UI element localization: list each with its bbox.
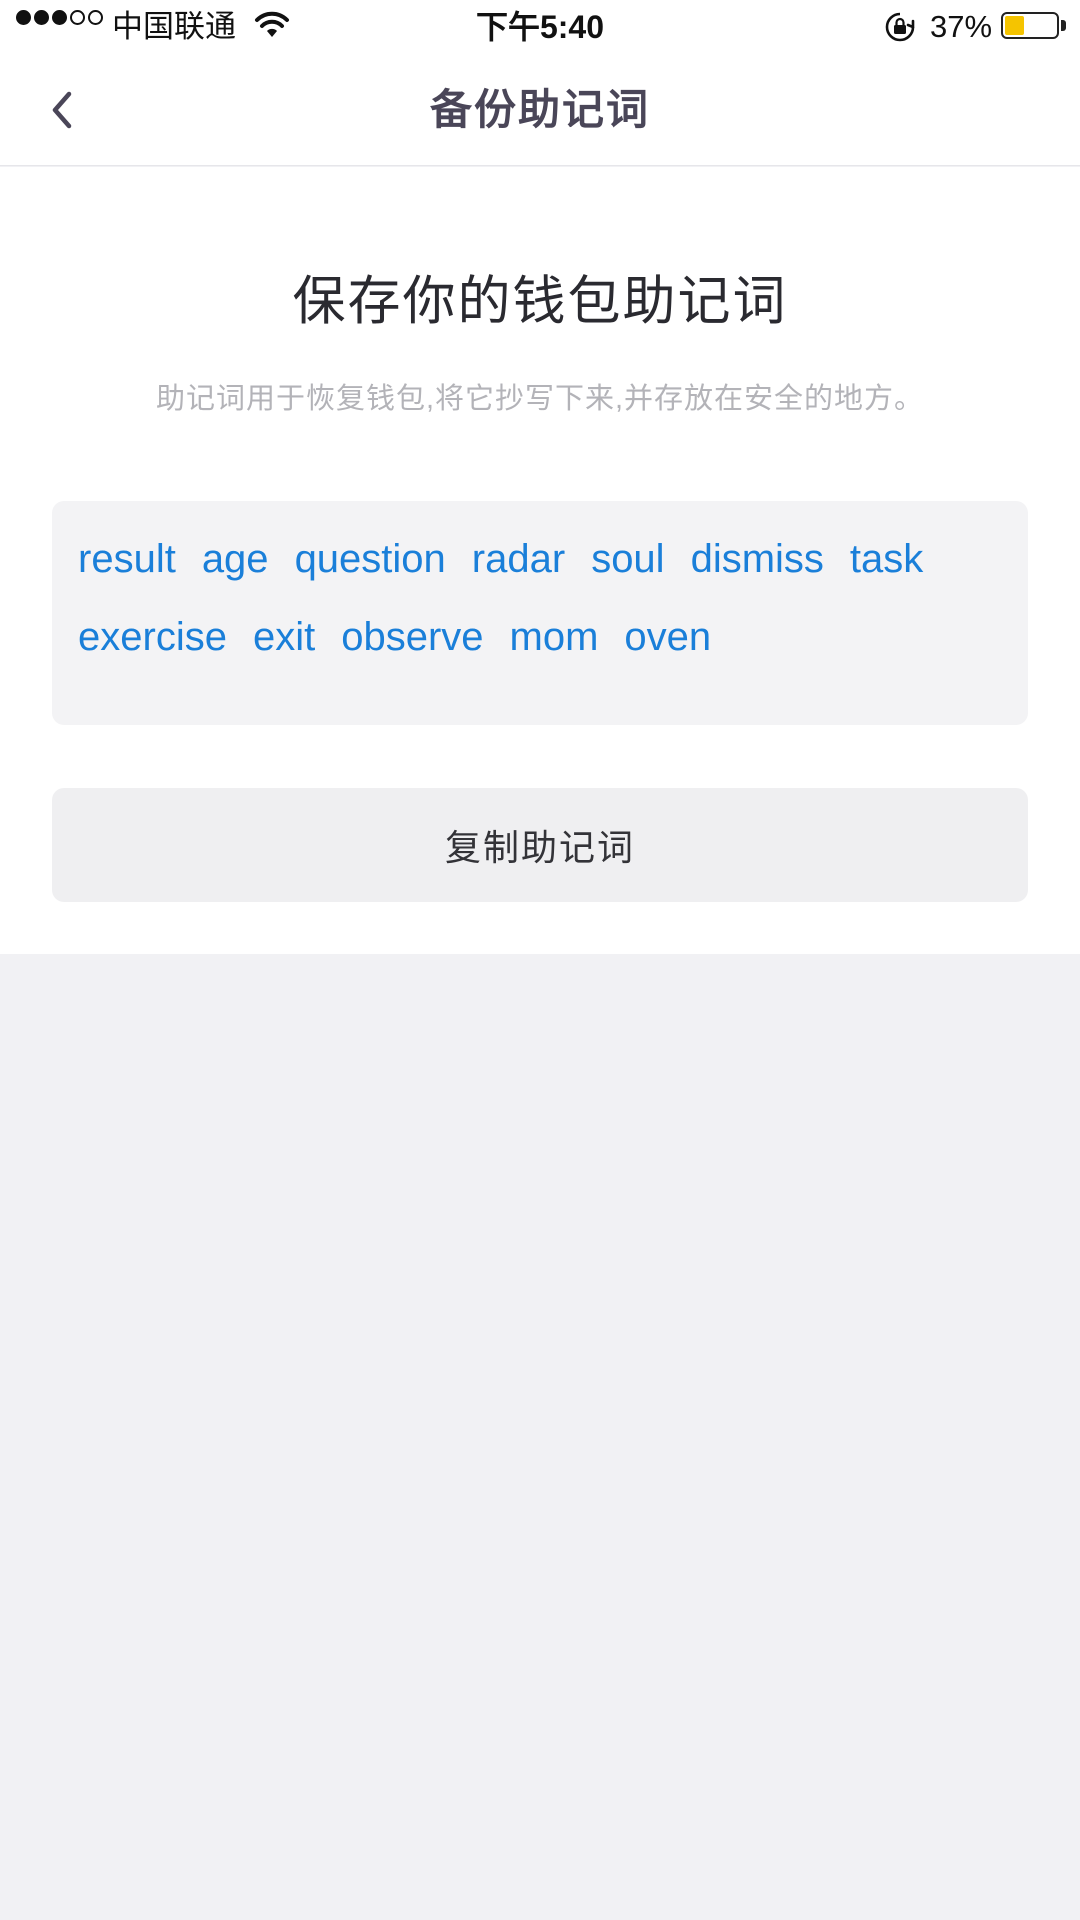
mnemonic-word: result [78, 537, 176, 581]
mnemonic-word: observe [341, 615, 484, 659]
mnemonic-word: exit [252, 615, 316, 659]
copy-mnemonic-button[interactable]: 复制助记词 [52, 788, 1028, 902]
backup-mnemonic-screen: 中国联通 下午5:40 37% 备份助记词 保存你的钱包助记词 助记词用于恢复钱… [0, 0, 1080, 1920]
mnemonic-word: exercise [78, 615, 227, 659]
mnemonic-word: mom [509, 615, 599, 659]
orientation-lock-icon [885, 12, 915, 42]
headline: 保存你的钱包助记词 [292, 272, 788, 331]
main-content: 保存你的钱包助记词 助记词用于恢复钱包,将它抄写下来,并存放在安全的地方。 re… [0, 167, 1080, 954]
page-title: 备份助记词 [429, 86, 650, 133]
mnemonic-word: task [849, 537, 924, 581]
mnemonic-word: age [201, 537, 269, 581]
mnemonic-word: question [294, 537, 446, 581]
mnemonic-word-list: result age question radar soul dismiss t… [78, 531, 1008, 665]
status-time: 下午5:40 [475, 9, 605, 45]
subtitle: 助记词用于恢复钱包,将它抄写下来,并存放在安全的地方。 [155, 383, 925, 415]
navigation-bar: 备份助记词 [0, 54, 1080, 166]
mnemonic-word: radar [471, 537, 566, 581]
battery-icon [1001, 12, 1059, 39]
status-bar: 中国联通 下午5:40 37% [0, 0, 1080, 54]
battery-percent: 37% [930, 9, 993, 44]
mnemonic-word: oven [624, 615, 712, 659]
battery-cap [1061, 20, 1066, 31]
mnemonic-word: soul [591, 537, 665, 581]
battery-level-fill [1005, 16, 1024, 35]
mnemonic-box: result age question radar soul dismiss t… [52, 501, 1028, 725]
mnemonic-word: dismiss [690, 537, 824, 581]
